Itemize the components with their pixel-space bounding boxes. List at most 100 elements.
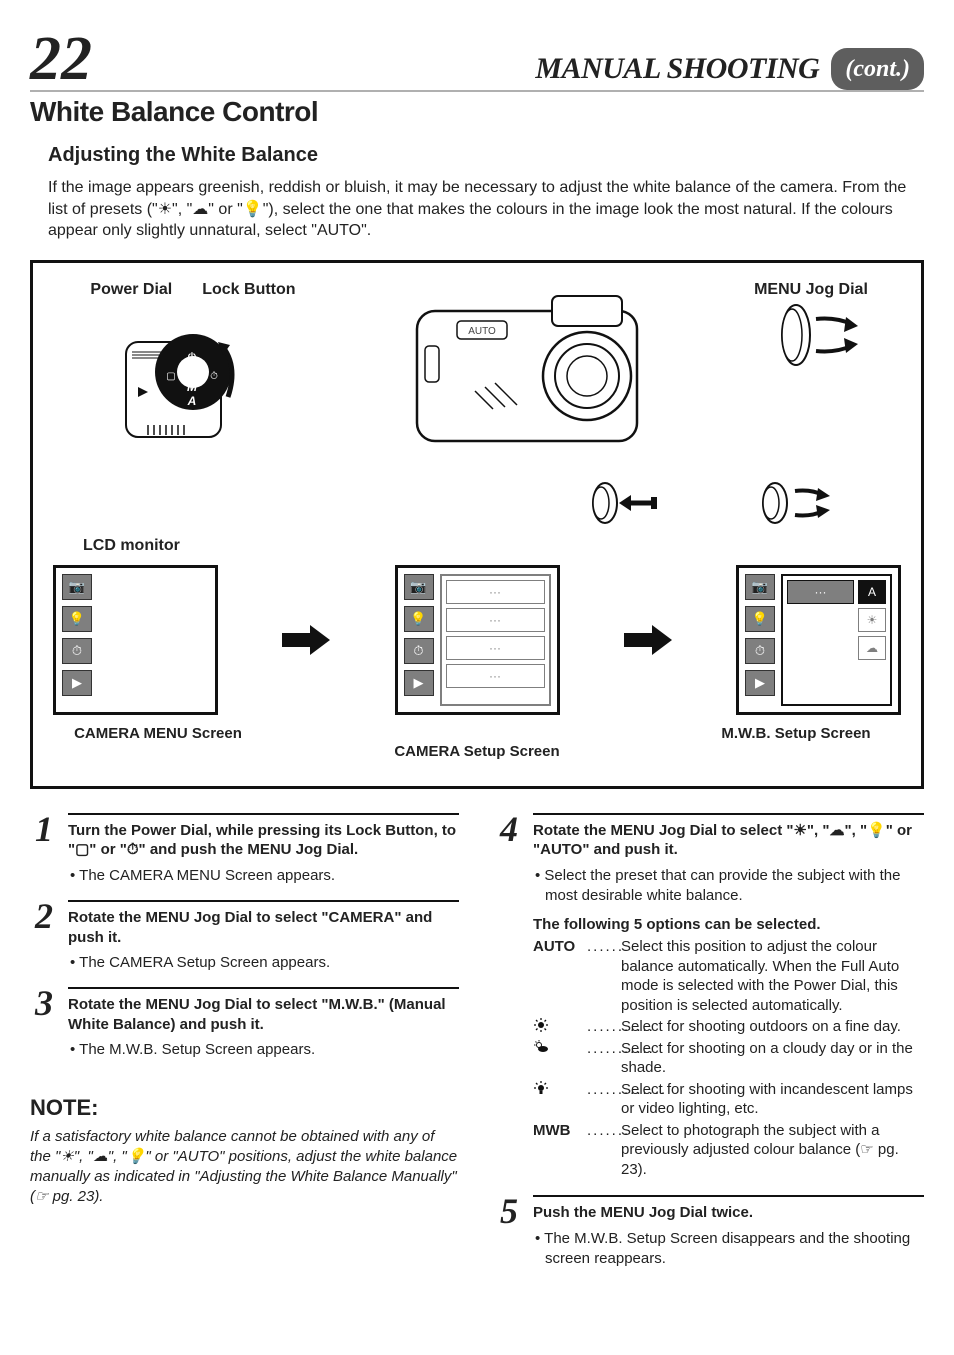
diagram-top-row: Power Dial Lock Button ⏻ M A ⏱ ▢ xyxy=(53,281,901,471)
lamp-tab-icon: 💡 xyxy=(745,606,775,632)
lcd-main-panel: ··· ··· ··· ··· xyxy=(440,574,551,706)
step-bullet: The CAMERA MENU Screen appears. xyxy=(68,866,459,886)
camera-tab-icon: 📷 xyxy=(62,574,92,600)
option-desc: Select for shooting outdoors on a fine d… xyxy=(621,1017,924,1037)
option-dots: ...... xyxy=(587,937,621,957)
step-1: 1 Turn the Power Dial, while pressing it… xyxy=(30,813,459,886)
step-body: Rotate the MENU Jog Dial to select "☀", … xyxy=(533,813,924,1182)
right-column: 4 Rotate the MENU Jog Dial to select "☀"… xyxy=(495,813,924,1284)
step-number: 1 xyxy=(30,813,58,845)
step-4: 4 Rotate the MENU Jog Dial to select "☀"… xyxy=(495,813,924,1182)
timer-tab-icon: ⏱ xyxy=(62,638,92,664)
option-key: AUTO xyxy=(533,937,587,957)
jog-dial-push-icon xyxy=(581,479,671,527)
diagram-box: Power Dial Lock Button ⏻ M A ⏱ ▢ xyxy=(30,260,924,789)
step-2: 2 Rotate the MENU Jog Dial to select "CA… xyxy=(30,900,459,973)
option-mwb: MWB ....... Select to photograph the sub… xyxy=(533,1121,924,1180)
section-subtitle: Adjusting the White Balance xyxy=(30,144,924,167)
svg-text:AUTO: AUTO xyxy=(468,326,496,337)
play-tab-icon: ▶ xyxy=(745,670,775,696)
option-desc: Select for shooting with incandescent la… xyxy=(621,1080,924,1119)
note-body: If a satisfactory white balance cannot b… xyxy=(30,1127,459,1208)
page-header: 22 MANUAL SHOOTING (cont.) xyxy=(30,28,924,90)
lcd-main-panel: ··· A ☀ ☁ xyxy=(781,574,892,706)
chapter-band: MANUAL SHOOTING (cont.) xyxy=(535,48,924,90)
step-number: 3 xyxy=(30,987,58,1019)
step-5: 5 Push the MENU Jog Dial twice. The M.W.… xyxy=(495,1195,924,1269)
option-cloudy: ........... Select for shooting on a clo… xyxy=(533,1039,924,1078)
step-title: Rotate the MENU Jog Dial to select "☀", … xyxy=(533,821,924,860)
options-intro: The following 5 options can be selected. xyxy=(533,916,924,933)
step-bullet: The CAMERA Setup Screen appears. xyxy=(68,953,459,973)
option-dots: ........... xyxy=(587,1017,621,1037)
lcd-sidebar: 📷 💡 ⏱ ▶ xyxy=(745,574,775,706)
step-bullet: The M.W.B. Setup Screen appears. xyxy=(68,1040,459,1060)
lcd-screen-mwb-setup: 📷 💡 ⏱ ▶ ··· A ☀ ☁ xyxy=(736,565,901,715)
lcd-screens-row: 📷 💡 ⏱ ▶ 📷 💡 ⏱ ▶ ··· ··· ··· ··· xyxy=(53,565,901,715)
lcd-menu-item: ··· xyxy=(446,664,545,688)
lcd-sidebar: 📷 💡 ⏱ ▶ xyxy=(404,574,434,706)
lamp-tab-icon: 💡 xyxy=(404,606,434,632)
svg-text:⏱: ⏱ xyxy=(210,371,218,382)
play-tab-icon: ▶ xyxy=(404,670,434,696)
lcd-caption-center: CAMERA Setup Screen xyxy=(372,743,582,760)
step-body: Turn the Power Dial, while pressing its … xyxy=(68,813,459,886)
camera-left-area: Power Dial Lock Button ⏻ M A ⏱ ▢ xyxy=(53,281,333,457)
lcd-menu-item: ··· xyxy=(446,608,545,632)
camera-tab-icon: 📷 xyxy=(745,574,775,600)
lcd-mwb-option-sun-icon: ☀ xyxy=(858,608,886,632)
option-desc: Select for shooting on a cloudy day or i… xyxy=(621,1039,924,1078)
jog-dial-illustration-1 xyxy=(756,299,866,371)
power-dial-illustration: ⏻ M A ⏱ ▢ xyxy=(118,307,268,457)
steps-columns: 1 Turn the Power Dial, while pressing it… xyxy=(30,813,924,1284)
step-bullet: Select the preset that can provide the s… xyxy=(533,866,924,907)
step-3: 3 Rotate the MENU Jog Dial to select "M.… xyxy=(30,987,459,1060)
option-key-sun-icon xyxy=(533,1017,587,1033)
option-auto: AUTO ...... Select this position to adju… xyxy=(533,937,924,1015)
camera-body-area: AUTO xyxy=(333,281,721,471)
camera-body-illustration: AUTO xyxy=(397,281,657,471)
option-sunny: ........... Select for shooting outdoors… xyxy=(533,1017,924,1037)
option-desc: Select this position to adjust the colou… xyxy=(621,937,924,1015)
menu-jog-label: MENU Jog Dial xyxy=(754,281,868,299)
step-title: Push the MENU Jog Dial twice. xyxy=(533,1203,924,1223)
svg-text:A: A xyxy=(187,394,197,408)
lcd-mwb-item: ··· xyxy=(787,580,854,604)
lcd-monitor-label: LCD monitor xyxy=(83,537,901,555)
option-desc: Select to photograph the subject with a … xyxy=(621,1121,924,1180)
lcd-menu-item: ··· xyxy=(446,636,545,660)
lcd-screen-camera-menu: 📷 💡 ⏱ ▶ xyxy=(53,565,218,715)
lcd-captions-row: CAMERA MENU Screen CAMERA Setup Screen M… xyxy=(53,725,901,760)
option-lamp: ............. Select for shooting with i… xyxy=(533,1080,924,1119)
step-number: 2 xyxy=(30,900,58,932)
svg-text:⏻: ⏻ xyxy=(188,351,196,363)
option-dots: ........... xyxy=(587,1039,621,1059)
chapter-title: MANUAL SHOOTING xyxy=(535,48,829,90)
step-bullet: The M.W.B. Setup Screen disappears and t… xyxy=(533,1229,924,1270)
section-title: White Balance Control xyxy=(30,96,924,128)
step-number: 5 xyxy=(495,1195,523,1227)
jog-dial-rotate-icon xyxy=(751,479,841,527)
jog-row xyxy=(53,479,901,527)
intro-paragraph: If the image appears greenish, reddish o… xyxy=(30,177,924,242)
lcd-caption-left: CAMERA MENU Screen xyxy=(53,725,263,760)
timer-tab-icon: ⏱ xyxy=(404,638,434,664)
step-number: 4 xyxy=(495,813,523,845)
cont-pill: (cont.) xyxy=(831,48,924,90)
lcd-screen-camera-setup: 📷 💡 ⏱ ▶ ··· ··· ··· ··· xyxy=(395,565,560,715)
header-divider xyxy=(30,90,924,92)
option-key-lamp-icon xyxy=(533,1080,587,1096)
camera-tab-icon: 📷 xyxy=(404,574,434,600)
step-title: Rotate the MENU Jog Dial to select "CAME… xyxy=(68,908,459,947)
arrow-1-icon xyxy=(282,625,330,655)
power-dial-label: Power Dial xyxy=(90,281,172,299)
lcd-caption-right: M.W.B. Setup Screen xyxy=(691,725,901,760)
page-number: 22 xyxy=(30,28,92,90)
lcd-mwb-selected-icon: A xyxy=(858,580,886,604)
lcd-menu-item: ··· xyxy=(446,580,545,604)
step-body: Rotate the MENU Jog Dial to select "M.W.… xyxy=(68,987,459,1060)
lock-button-label: Lock Button xyxy=(202,281,295,299)
timer-tab-icon: ⏱ xyxy=(745,638,775,664)
step-title: Rotate the MENU Jog Dial to select "M.W.… xyxy=(68,995,459,1034)
step-body: Push the MENU Jog Dial twice. The M.W.B.… xyxy=(533,1195,924,1269)
